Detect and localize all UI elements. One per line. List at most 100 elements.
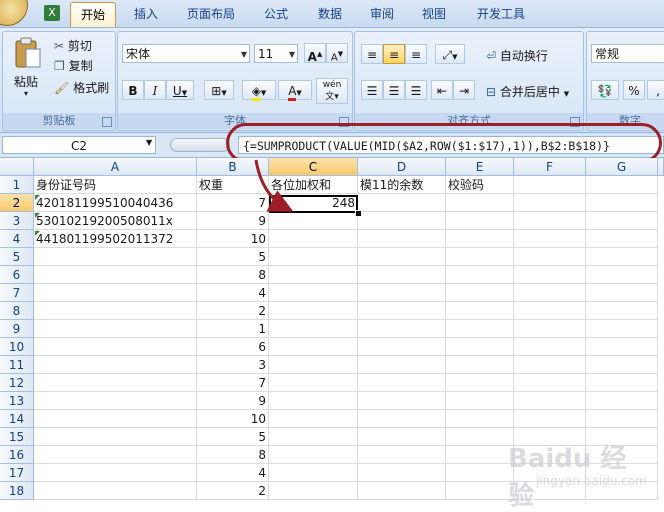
cell-f7[interactable] (514, 284, 586, 302)
phonetic-guide-button[interactable]: wén 文▾ (316, 78, 348, 104)
cell-c9[interactable] (269, 320, 358, 338)
cell-f5[interactable] (514, 248, 586, 266)
cell-a3[interactable]: 53010219200508011x (34, 212, 197, 230)
italic-button[interactable]: I (144, 80, 166, 100)
row-header[interactable]: 6 (0, 266, 34, 284)
cell-e3[interactable] (446, 212, 514, 230)
cell-d2[interactable] (358, 194, 446, 212)
cell-a17[interactable] (34, 464, 197, 482)
cut-button[interactable]: ✂ 剪切 (53, 36, 93, 54)
row-header[interactable]: 12 (0, 374, 34, 392)
cell-g5[interactable] (586, 248, 658, 266)
align-bottom-button[interactable]: ≡ (405, 44, 427, 64)
cell-g3[interactable] (586, 212, 658, 230)
cell-d16[interactable] (358, 446, 446, 464)
cell-a18[interactable] (34, 482, 197, 500)
cell-d17[interactable] (358, 464, 446, 482)
row-header[interactable]: 10 (0, 338, 34, 356)
cell-e16[interactable] (446, 446, 514, 464)
cell-e10[interactable] (446, 338, 514, 356)
align-center-button[interactable]: ☰ (383, 80, 405, 100)
cell-a16[interactable] (34, 446, 197, 464)
cell-e9[interactable] (446, 320, 514, 338)
cell-b18[interactable]: 2 (197, 482, 269, 500)
cell-d1[interactable]: 模11的余数 (358, 176, 446, 194)
tab-developer[interactable]: 开发工具 (468, 2, 534, 26)
cell-e2[interactable] (446, 194, 514, 212)
tab-view[interactable]: 视图 (412, 2, 456, 26)
row-header[interactable]: 7 (0, 284, 34, 302)
font-name-select[interactable]: 宋体 ▼ (122, 44, 250, 63)
cell-b6[interactable]: 8 (197, 266, 269, 284)
cell-b5[interactable]: 5 (197, 248, 269, 266)
row-header[interactable]: 15 (0, 428, 34, 446)
row-header[interactable]: 13 (0, 392, 34, 410)
tab-home[interactable]: 开始 (70, 2, 116, 27)
column-header-b[interactable]: B (197, 158, 269, 176)
cell-g4[interactable] (586, 230, 658, 248)
row-header[interactable]: 17 (0, 464, 34, 482)
formula-input[interactable]: {=SUMPRODUCT(VALUE(MID($A2,ROW($1:$17),1… (238, 136, 664, 154)
cell-e15[interactable] (446, 428, 514, 446)
cell-c4[interactable] (269, 230, 358, 248)
row-header[interactable]: 16 (0, 446, 34, 464)
cell-d11[interactable] (358, 356, 446, 374)
cell-a10[interactable] (34, 338, 197, 356)
cell-f6[interactable] (514, 266, 586, 284)
cell-f2[interactable] (514, 194, 586, 212)
cell-a9[interactable] (34, 320, 197, 338)
cell-a12[interactable] (34, 374, 197, 392)
bold-button[interactable]: B (122, 80, 144, 100)
cell-a15[interactable] (34, 428, 197, 446)
row-header[interactable]: 1 (0, 176, 34, 194)
row-header[interactable]: 9 (0, 320, 34, 338)
align-left-button[interactable]: ☰ (361, 80, 383, 100)
row-header[interactable]: 8 (0, 302, 34, 320)
cell-g11[interactable] (586, 356, 658, 374)
cell-c11[interactable] (269, 356, 358, 374)
cell-c13[interactable] (269, 392, 358, 410)
cell-c14[interactable] (269, 410, 358, 428)
cell-c1[interactable]: 各位加权和 (269, 176, 358, 194)
cell-c12[interactable] (269, 374, 358, 392)
cell-d15[interactable] (358, 428, 446, 446)
cell-d4[interactable] (358, 230, 446, 248)
cell-f3[interactable] (514, 212, 586, 230)
column-header-g[interactable]: G (586, 158, 658, 176)
cell-g1[interactable] (586, 176, 658, 194)
cell-c7[interactable] (269, 284, 358, 302)
tab-formulas[interactable]: 公式 (254, 2, 298, 26)
cell-g13[interactable] (586, 392, 658, 410)
cell-a8[interactable] (34, 302, 197, 320)
office-button[interactable] (0, 0, 28, 26)
cell-e6[interactable] (446, 266, 514, 284)
cell-e5[interactable] (446, 248, 514, 266)
row-header[interactable]: 3 (0, 212, 34, 230)
cell-e12[interactable] (446, 374, 514, 392)
column-header-h[interactable] (658, 158, 664, 176)
column-header-f[interactable]: F (514, 158, 586, 176)
cell-e7[interactable] (446, 284, 514, 302)
column-header-a[interactable]: A (34, 158, 197, 176)
align-right-button[interactable]: ☰ (405, 80, 427, 100)
cell-b4[interactable]: 10 (197, 230, 269, 248)
cell-b13[interactable]: 9 (197, 392, 269, 410)
cell-f1[interactable] (514, 176, 586, 194)
dialog-launcher-icon[interactable] (339, 117, 349, 127)
tab-review[interactable]: 审阅 (360, 2, 404, 26)
cell-a14[interactable] (34, 410, 197, 428)
comma-style-button[interactable]: , (647, 80, 664, 100)
column-header-d[interactable]: D (358, 158, 446, 176)
tab-insert[interactable]: 插入 (124, 2, 168, 26)
wrap-text-button[interactable]: ⏎ 自动换行 (485, 46, 549, 65)
cell-e4[interactable] (446, 230, 514, 248)
excel-quick-access-icon[interactable]: X (44, 5, 60, 21)
borders-button[interactable]: ⊞▼ (204, 80, 234, 100)
cell-c17[interactable] (269, 464, 358, 482)
cell-c6[interactable] (269, 266, 358, 284)
cell-a11[interactable] (34, 356, 197, 374)
tab-page-layout[interactable]: 页面布局 (178, 2, 244, 26)
cell-f14[interactable] (514, 410, 586, 428)
cell-a7[interactable] (34, 284, 197, 302)
cell-g14[interactable] (586, 410, 658, 428)
